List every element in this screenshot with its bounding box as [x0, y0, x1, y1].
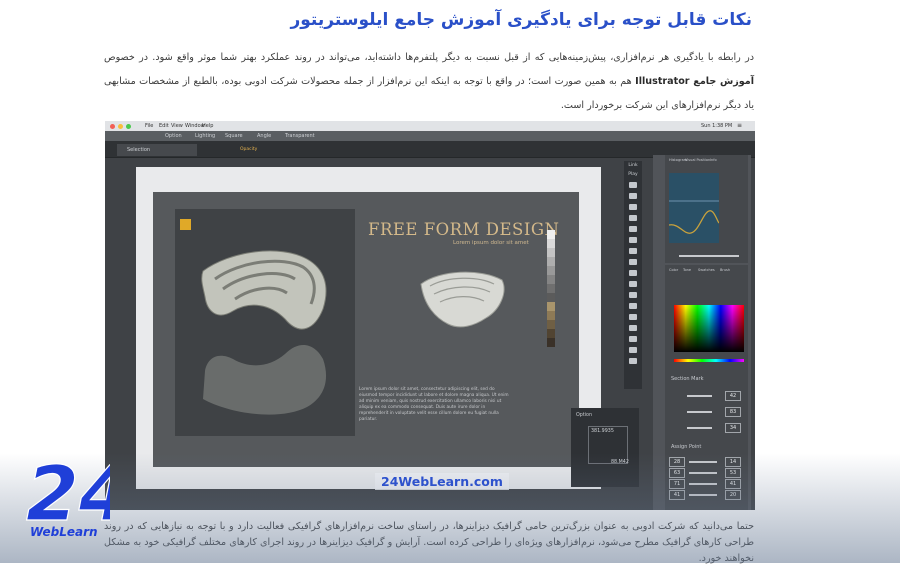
design-title: FREE FORM DESIGN [368, 220, 560, 239]
swatches-tab[interactable]: Swatches [698, 268, 715, 272]
menu-item-edit: Edit [159, 123, 169, 129]
square-label: Square [225, 133, 243, 139]
design-subtitle: Lorem ipsum dolor sit amet [453, 240, 529, 246]
tool-icon[interactable] [629, 292, 637, 298]
assign-right-3[interactable]: 41 [725, 479, 741, 489]
menu-item-help: Help [202, 123, 214, 129]
angle-label: Angle [257, 133, 272, 139]
options-bar: Option Lighting Square Angle Transparent [105, 131, 755, 141]
section-value-1[interactable]: 42 [725, 391, 741, 401]
link-button[interactable]: Link [624, 163, 642, 168]
logo-24-icon: 24 [25, 448, 132, 538]
section-value-3[interactable]: 34 [725, 423, 741, 433]
artboard-canvas: FREE FORM DESIGN Lorem ipsum dolor sit a… [153, 192, 579, 467]
hue-slider[interactable] [674, 359, 744, 362]
tool-icon[interactable] [629, 182, 637, 188]
tool-icon[interactable] [629, 226, 637, 232]
assign-left-3[interactable]: 71 [669, 479, 685, 489]
tool-icon[interactable] [629, 358, 637, 364]
assign-slider[interactable] [689, 472, 717, 474]
opacity-label: Opacity [240, 147, 258, 152]
article-heading: نکات قابل توجه برای یادگیری آموزش جامع ا… [290, 10, 752, 30]
navigator-label: Option [576, 413, 593, 418]
assign-right-2[interactable]: 53 [725, 468, 741, 478]
tool-icon[interactable] [629, 248, 637, 254]
illustrator-screenshot: File Edit View Window Help Sun 1:38 PM ≡… [105, 121, 755, 510]
play-button[interactable]: Play [624, 172, 642, 177]
intro-paragraph: در رابطه با یادگیری هر نرم‌افزاری، پیش‌ز… [104, 46, 754, 118]
selection-tab: Selection [117, 144, 197, 156]
gray-swatch-strip [547, 230, 555, 347]
mac-menubar: File Edit View Window Help Sun 1:38 PM ≡ [105, 121, 755, 131]
navigator-value-1: 381.9935 [591, 429, 614, 434]
assign-right-4[interactable]: 20 [725, 490, 741, 500]
navigator-panel: Option 381.9935 88.M42 [571, 408, 639, 487]
right-panels: Histogram Visual Position Info Color Ton… [653, 155, 751, 510]
section-value-2[interactable]: 83 [725, 407, 741, 417]
logo-number: 24 [26, 449, 110, 526]
minimize-dot-icon [118, 123, 123, 129]
assign-right-1[interactable]: 14 [725, 457, 741, 467]
tone-tab[interactable]: Tone [683, 268, 691, 272]
tool-icon[interactable] [629, 303, 637, 309]
assign-point-panel: Assign Point 28 14 63 53 71 41 41 20 [665, 441, 748, 510]
brush-tab[interactable]: Brush [720, 268, 730, 272]
transparent-label: Transparent [285, 133, 315, 139]
assign-slider[interactable] [689, 483, 717, 485]
tool-icon[interactable] [629, 281, 637, 287]
color-picker-square[interactable] [674, 305, 744, 352]
wave-shape-small-icon [420, 271, 505, 328]
navigator-value-2: 88.M42 [611, 460, 629, 465]
lorem-text: Lorem ipsum dolor sit amet, consectetur … [359, 387, 509, 422]
assign-point-label: Assign Point [671, 444, 702, 450]
tool-icon[interactable] [629, 325, 637, 331]
menu-item-file: File [145, 123, 154, 129]
tool-icon[interactable] [629, 259, 637, 265]
info-tab[interactable]: Info [710, 158, 717, 162]
menu-item-view: View [171, 123, 183, 129]
assign-left-4[interactable]: 41 [669, 490, 685, 500]
course-link-text[interactable]: آموزش جامع Illustrator [635, 76, 754, 87]
intro-text-1: در رابطه با یادگیری هر نرم‌افزاری، پیش‌ز… [104, 52, 754, 63]
tools-panel: Link Play [624, 161, 642, 389]
tool-icon[interactable] [629, 193, 637, 199]
site-logo[interactable]: 24 WebLearn [24, 446, 132, 546]
section-mark-label: Section Mark [671, 376, 704, 382]
tool-icon[interactable] [629, 204, 637, 210]
color-tab[interactable]: Color [669, 268, 678, 272]
close-dot-icon [110, 123, 115, 129]
section-slider[interactable] [687, 411, 712, 413]
tool-icon[interactable] [629, 347, 637, 353]
watermark: 24WebLearn.com [375, 473, 509, 490]
visual-position-tab[interactable]: Visual Position [685, 158, 710, 162]
wave-shape-icon [201, 250, 327, 415]
lighting-label: Lighting [195, 133, 216, 139]
assign-left-1[interactable]: 28 [669, 457, 685, 467]
hamburger-icon: ≡ [737, 122, 743, 129]
assign-left-2[interactable]: 63 [669, 468, 685, 478]
body-paragraph: حتما می‌دانید که شرکت ادوبی به عنوان بزر… [104, 521, 754, 564]
menubar-clock: Sun 1:38 PM [701, 123, 733, 129]
tool-icon[interactable] [629, 314, 637, 320]
option-label: Option [165, 133, 182, 139]
selection-label: Selection [127, 147, 151, 153]
dark-frame [175, 209, 355, 436]
zoom-dot-icon [126, 123, 131, 129]
artboard-window: FREE FORM DESIGN Lorem ipsum dolor sit a… [136, 167, 601, 489]
histogram-graph [668, 173, 720, 243]
assign-slider[interactable] [689, 461, 717, 463]
histogram-slider[interactable] [679, 255, 739, 257]
histogram-panel: Histogram Visual Position Info [665, 155, 748, 263]
logo-text: WebLearn [30, 525, 98, 539]
tool-icon[interactable] [629, 270, 637, 276]
tool-icon[interactable] [629, 237, 637, 243]
assign-slider[interactable] [689, 494, 717, 496]
section-slider[interactable] [687, 395, 712, 397]
section-slider[interactable] [687, 427, 712, 429]
histogram-curve-icon [668, 200, 720, 234]
tool-icon[interactable] [629, 215, 637, 221]
tool-icon[interactable] [629, 336, 637, 342]
